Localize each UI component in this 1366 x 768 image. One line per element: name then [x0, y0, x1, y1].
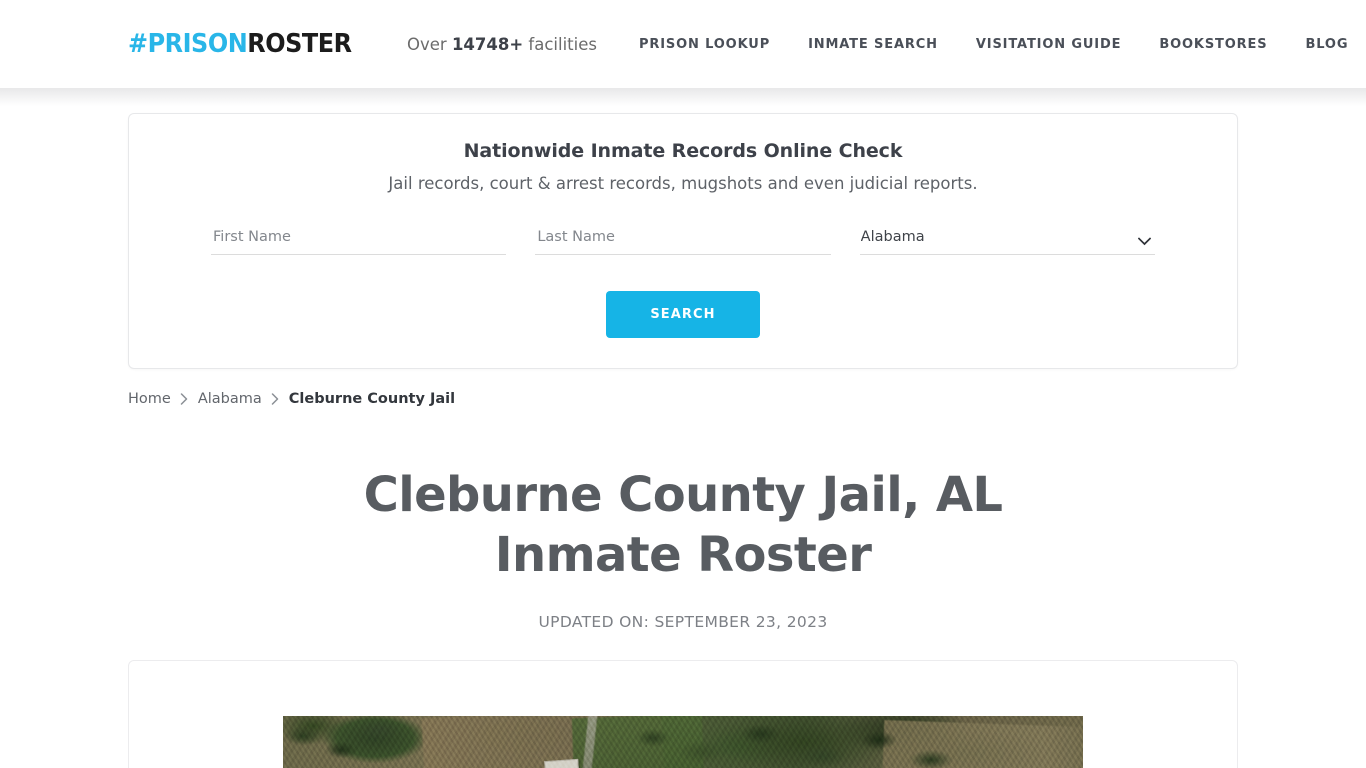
- site-header: #PRISONROSTER Over 14748+ facilities PRI…: [0, 0, 1366, 88]
- nav-blog[interactable]: BLOG: [1305, 37, 1348, 52]
- state-field-wrap: Alabama: [859, 225, 1155, 255]
- facilities-number: 14748+: [451, 34, 524, 54]
- nav-prison-lookup[interactable]: PRISON LOOKUP: [639, 37, 770, 52]
- header-inner: #PRISONROSTER Over 14748+ facilities PRI…: [128, 0, 1347, 88]
- nav-inmate-search[interactable]: INMATE SEARCH: [808, 37, 938, 52]
- facilities-prefix: Over: [407, 34, 452, 54]
- page-content-wrapper: Nationwide Inmate Records Online Check J…: [128, 113, 1238, 768]
- updated-on-label: UPDATED ON: SEPTEMBER 23, 2023: [538, 613, 828, 631]
- aerial-texture-overlay: [283, 716, 1083, 768]
- last-name-input[interactable]: [535, 225, 831, 255]
- site-logo[interactable]: #PRISONROSTER: [128, 31, 352, 57]
- facility-image-card: [128, 660, 1238, 768]
- logo-dark-text: ROSTER: [247, 29, 352, 59]
- inmate-search-card: Nationwide Inmate Records Online Check J…: [128, 113, 1238, 369]
- first-name-input[interactable]: [211, 225, 507, 255]
- main-navigation: PRISON LOOKUP INMATE SEARCH VISITATION G…: [639, 37, 1348, 52]
- facilities-suffix: facilities: [523, 34, 597, 54]
- aerial-satellite-photo: [283, 716, 1083, 768]
- logo-hash-text: #PRISON: [128, 29, 248, 59]
- breadcrumb-item-current: Cleburne County Jail: [288, 391, 456, 407]
- first-name-field-wrap: [211, 225, 507, 255]
- facilities-count-label: Over 14748+ facilities: [407, 35, 597, 54]
- breadcrumb-item-home[interactable]: Home: [128, 391, 171, 407]
- search-card-subtitle: Jail records, court & arrest records, mu…: [388, 174, 978, 193]
- facility-aerial-image: [283, 716, 1083, 768]
- header-shadow-divider: [0, 88, 1366, 106]
- nav-visitation-guide[interactable]: VISITATION GUIDE: [976, 37, 1122, 52]
- search-button[interactable]: SEARCH: [606, 291, 760, 338]
- search-card-title: Nationwide Inmate Records Online Check: [463, 140, 903, 162]
- breadcrumb: Home Alabama Cleburne County Jail: [128, 391, 1238, 407]
- breadcrumb-item-alabama[interactable]: Alabama: [198, 391, 262, 407]
- state-select[interactable]: Alabama: [859, 225, 1155, 255]
- search-button-row: SEARCH: [159, 291, 1207, 338]
- search-form-row: Alabama: [159, 225, 1207, 255]
- nav-bookstores[interactable]: BOOKSTORES: [1159, 37, 1267, 52]
- chevron-right-icon: [271, 393, 280, 405]
- chevron-right-icon: [180, 393, 189, 405]
- last-name-field-wrap: [535, 225, 831, 255]
- page-title: Cleburne County Jail, AL Inmate Roster: [363, 467, 1003, 583]
